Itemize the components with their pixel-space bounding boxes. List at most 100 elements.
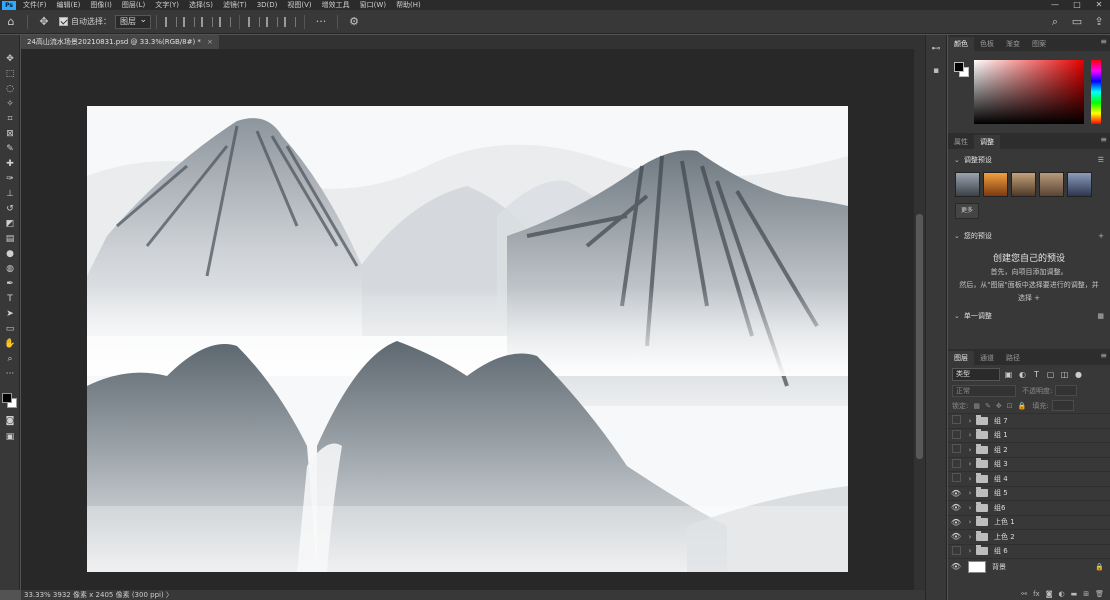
menu-image[interactable]: 图像(I) bbox=[85, 0, 117, 10]
menu-help[interactable]: 帮助(H) bbox=[391, 0, 426, 10]
preset-thumb[interactable] bbox=[1067, 172, 1092, 197]
menu-layer[interactable]: 图层(L) bbox=[117, 0, 150, 10]
maximize-button[interactable]: □ bbox=[1066, 0, 1088, 10]
tab-properties[interactable]: 属性 bbox=[948, 135, 974, 149]
align-center-icon[interactable] bbox=[183, 16, 195, 27]
align-left-icon[interactable] bbox=[165, 16, 177, 27]
gradient-tool-icon[interactable]: ▤ bbox=[0, 231, 20, 246]
filter-pixel-icon[interactable]: ▣ bbox=[1003, 369, 1014, 380]
menu-view[interactable]: 视图(V) bbox=[282, 0, 316, 10]
layer-row[interactable]: 👁 › 上色 2 bbox=[948, 529, 1110, 544]
align-bottom-icon[interactable] bbox=[284, 16, 296, 27]
layer-row[interactable]: › 组 3 bbox=[948, 456, 1110, 472]
chevron-right-icon[interactable]: › bbox=[964, 533, 976, 541]
search-icon[interactable]: ⌕ bbox=[1046, 13, 1064, 31]
zoom-tool-icon[interactable]: ⌕ bbox=[0, 351, 20, 366]
trash-icon[interactable]: 🗑 bbox=[1095, 590, 1104, 598]
new-group-icon[interactable]: ▬ bbox=[1071, 590, 1078, 598]
edit-toolbar-icon[interactable]: ··· bbox=[0, 366, 20, 381]
history-brush-tool-icon[interactable]: ↺ bbox=[0, 201, 20, 216]
preset-thumb[interactable] bbox=[955, 172, 980, 197]
layer-row[interactable]: 👁 › 组 5 bbox=[948, 485, 1110, 501]
filter-smart-icon[interactable]: ◫ bbox=[1059, 369, 1070, 380]
blend-mode-dropdown[interactable]: 正常 bbox=[952, 384, 1016, 397]
preset-thumb[interactable] bbox=[983, 172, 1008, 197]
fill-input[interactable] bbox=[1051, 400, 1074, 411]
panel-menu-icon[interactable]: ≡ bbox=[1100, 135, 1107, 144]
vertical-scrollbar[interactable] bbox=[914, 49, 925, 590]
blur-tool-icon[interactable]: ● bbox=[0, 246, 20, 261]
eraser-tool-icon[interactable]: ◩ bbox=[0, 216, 20, 231]
clone-stamp-tool-icon[interactable]: ⊥ bbox=[0, 186, 20, 201]
tab-adjustments[interactable]: 调整 bbox=[974, 135, 1000, 149]
adjust-presets-header[interactable]: ⌄ 调整预设 ☰ bbox=[948, 153, 1110, 167]
lasso-tool-icon[interactable]: ◌ bbox=[0, 81, 20, 96]
tab-channels[interactable]: 通道 bbox=[974, 351, 1000, 365]
canvas-artwork[interactable] bbox=[87, 106, 848, 572]
screen-mode-icon[interactable]: ▣ bbox=[0, 429, 20, 444]
distribute-icon[interactable] bbox=[219, 16, 231, 27]
auto-select-target-dropdown[interactable]: 图层 bbox=[115, 14, 151, 29]
align-top-icon[interactable] bbox=[248, 16, 260, 27]
layer-row[interactable]: 👁 › 上色 1 bbox=[948, 514, 1110, 530]
panel-menu-icon[interactable]: ≡ bbox=[1100, 351, 1107, 360]
adjustment-layer-icon[interactable]: ◐ bbox=[1059, 590, 1065, 598]
filter-adjust-icon[interactable]: ◐ bbox=[1017, 369, 1028, 380]
filter-toggle-icon[interactable]: ● bbox=[1073, 369, 1084, 380]
single-adjust-header[interactable]: ⌄ 单一调整 ▦ bbox=[948, 309, 1110, 323]
rectangle-tool-icon[interactable]: ▭ bbox=[0, 321, 20, 336]
document-tab[interactable]: 24高山流水场景20210831.psd @ 33.3%(RGB/8#) * × bbox=[21, 35, 219, 49]
tab-color[interactable]: 颜色 bbox=[948, 37, 974, 51]
hue-slider[interactable] bbox=[1091, 60, 1101, 124]
brush-tool-icon[interactable]: ✑ bbox=[0, 171, 20, 186]
lock-paint-icon[interactable]: ✎ bbox=[985, 402, 991, 410]
mask-icon[interactable]: ◙ bbox=[1046, 590, 1053, 598]
eyedropper-tool-icon[interactable]: ✎ bbox=[0, 141, 20, 156]
add-preset-icon[interactable]: + bbox=[1098, 229, 1104, 243]
chevron-right-icon[interactable]: › bbox=[964, 504, 976, 512]
list-view-icon[interactable]: ☰ bbox=[1098, 153, 1104, 167]
layer-row[interactable]: › 组 1 bbox=[948, 427, 1110, 443]
visibility-eye-icon[interactable]: 👁 bbox=[948, 562, 964, 571]
visibility-eye-icon[interactable]: 👁 bbox=[948, 503, 964, 512]
layer-row[interactable]: › 组 7 bbox=[948, 413, 1110, 428]
lock-icon[interactable]: 🔒 bbox=[1095, 563, 1104, 571]
move-tool-icon[interactable]: ✥ bbox=[0, 51, 20, 66]
marquee-tool-icon[interactable]: ⬚ bbox=[0, 66, 20, 81]
visibility-eye-icon[interactable] bbox=[948, 473, 964, 484]
comments-icon[interactable]: ▪ bbox=[926, 63, 946, 79]
layer-row[interactable]: › 组 2 bbox=[948, 442, 1110, 457]
close-tab-icon[interactable]: × bbox=[207, 38, 213, 46]
minimize-button[interactable]: — bbox=[1044, 0, 1066, 10]
layer-row[interactable]: › 组 4 bbox=[948, 471, 1110, 486]
more-options-button[interactable]: ··· bbox=[312, 13, 330, 31]
new-layer-icon[interactable]: ⊞ bbox=[1083, 590, 1089, 598]
type-tool-icon[interactable]: T bbox=[0, 291, 20, 306]
chevron-right-icon[interactable]: › bbox=[964, 417, 976, 425]
quick-mask-icon[interactable]: ◙ bbox=[0, 413, 20, 428]
lock-position-icon[interactable]: ✥ bbox=[996, 402, 1002, 410]
link-icon[interactable]: ⚯ bbox=[1021, 590, 1027, 598]
magic-wand-tool-icon[interactable]: ✧ bbox=[0, 96, 20, 111]
layer-row-background[interactable]: 👁 背景 🔒 bbox=[948, 558, 1110, 574]
preset-thumb[interactable] bbox=[1011, 172, 1036, 197]
chevron-right-icon[interactable]: › bbox=[964, 547, 976, 555]
fx-icon[interactable]: fx bbox=[1033, 590, 1040, 598]
menu-plugins[interactable]: 增效工具 bbox=[317, 0, 355, 10]
panel-menu-icon[interactable]: ≡ bbox=[1100, 37, 1107, 46]
visibility-eye-icon[interactable]: 👁 bbox=[948, 532, 964, 541]
lock-artboard-icon[interactable]: ⊡ bbox=[1007, 402, 1013, 410]
path-selection-tool-icon[interactable]: ➤ bbox=[0, 306, 20, 321]
visibility-eye-icon[interactable] bbox=[948, 546, 964, 557]
chevron-right-icon[interactable]: › bbox=[964, 446, 976, 454]
align-right-icon[interactable] bbox=[201, 16, 213, 27]
menu-filter[interactable]: 滤镜(T) bbox=[218, 0, 252, 10]
filter-shape-icon[interactable]: ▢ bbox=[1045, 369, 1056, 380]
layer-filter-dropdown[interactable]: 类型 bbox=[952, 367, 1000, 381]
workspace-icon[interactable]: ▭ bbox=[1068, 13, 1086, 31]
visibility-eye-icon[interactable] bbox=[948, 415, 964, 426]
color-picker-field[interactable] bbox=[974, 60, 1084, 124]
opacity-input[interactable] bbox=[1055, 385, 1078, 396]
move-tool-icon[interactable]: ✥ bbox=[35, 13, 53, 31]
visibility-eye-icon[interactable] bbox=[948, 459, 964, 470]
